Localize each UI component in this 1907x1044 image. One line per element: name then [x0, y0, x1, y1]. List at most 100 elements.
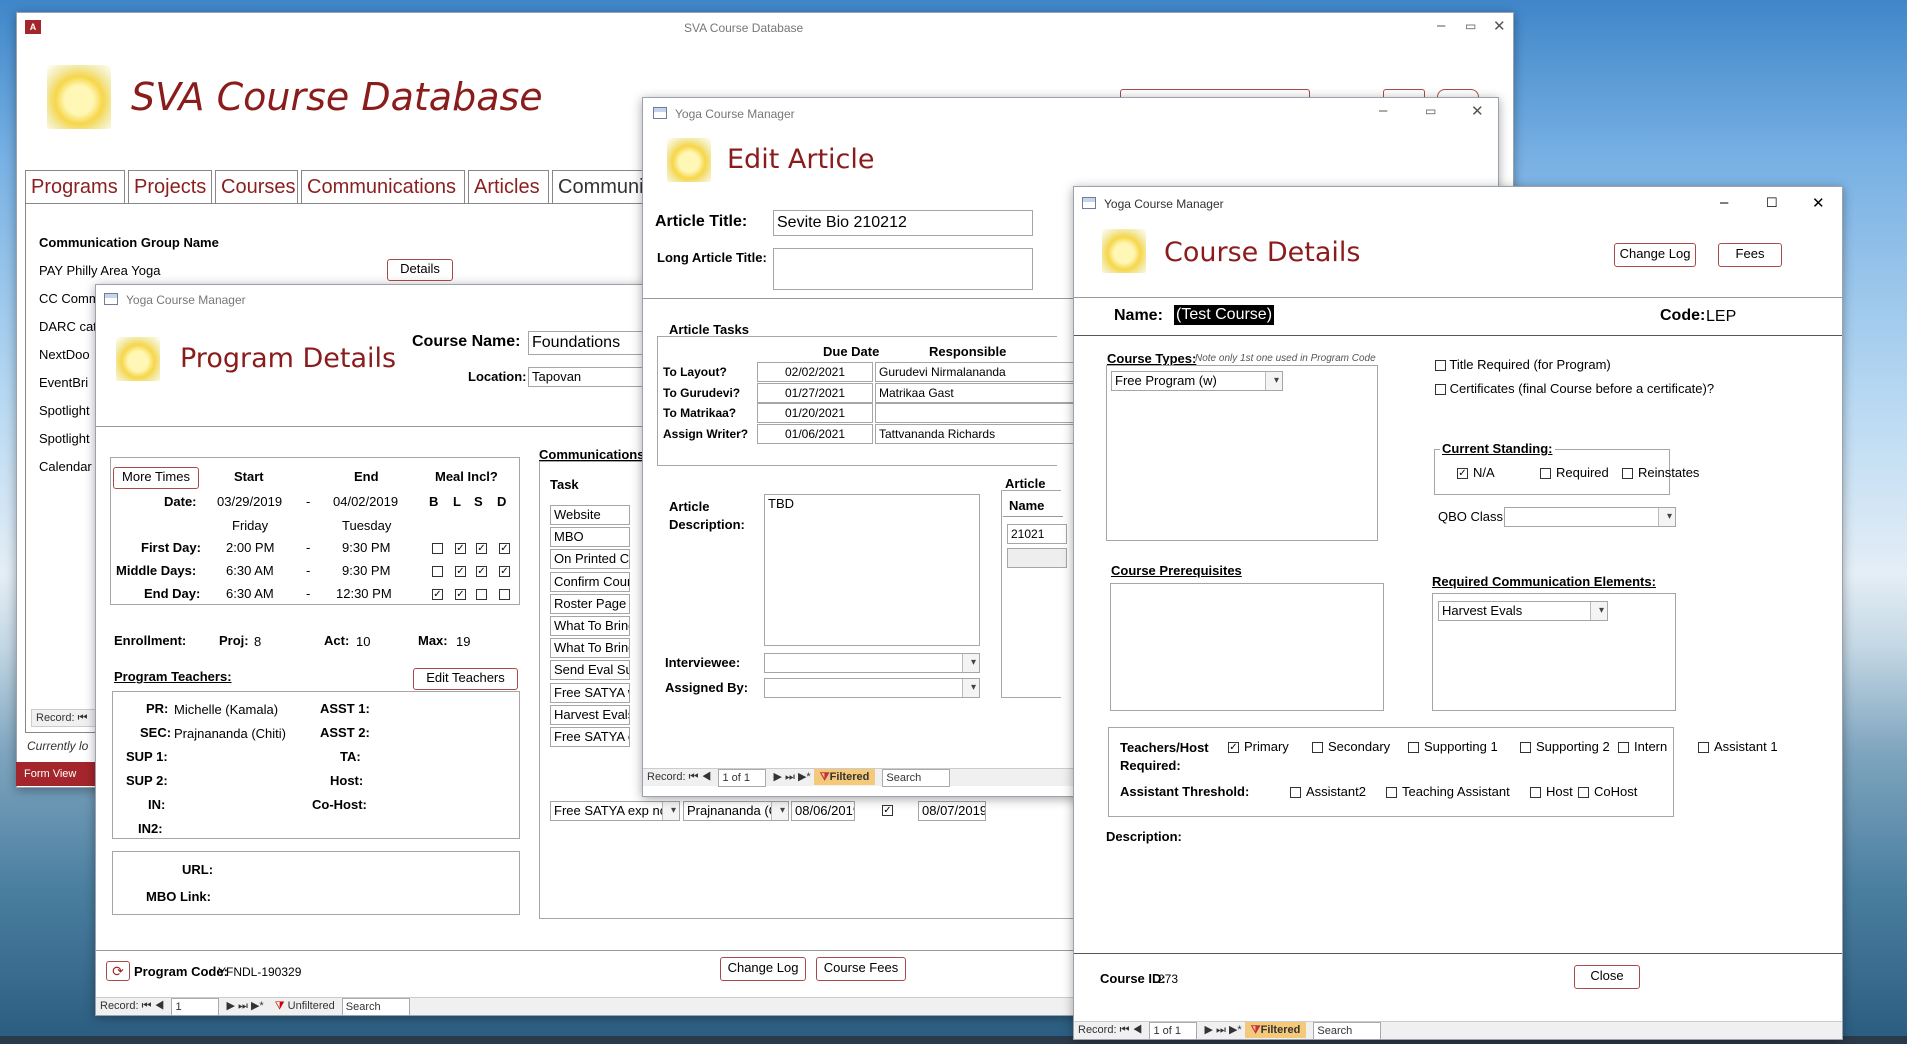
article-task-responsible[interactable]: Gurudevi Nirmalananda [875, 362, 1075, 382]
course-name-field[interactable]: (Test Course) [1174, 305, 1275, 325]
task-item[interactable]: What To Bring [550, 616, 630, 636]
task-date-1[interactable]: 08/06/2019 [791, 801, 855, 821]
assigned-by-dropdown[interactable]: ▾ [764, 678, 980, 698]
qbo-class-dropdown[interactable]: ▾ [1504, 507, 1676, 527]
first-record-icon[interactable]: ⏮ ◀ [1120, 1022, 1143, 1038]
article-name-cell[interactable]: 21021 [1007, 524, 1067, 544]
title-required-option[interactable]: Title Required (for Program) [1435, 357, 1611, 372]
certificates-checkbox[interactable] [1435, 384, 1446, 396]
middle-days-end[interactable]: 9:30 PM [342, 563, 390, 578]
task-item[interactable]: MBO [550, 527, 630, 548]
course-name-field[interactable]: Foundations [528, 331, 658, 355]
task-item[interactable]: On Printed Cal [550, 549, 630, 570]
article-task-responsible[interactable]: Tattvananda Richards [875, 423, 1075, 444]
assistant-threshold-checkbox[interactable] [1578, 787, 1589, 799]
long-title-field[interactable] [773, 248, 1033, 290]
course-id-value[interactable]: 273 [1158, 972, 1178, 986]
task-item[interactable]: Website [550, 505, 630, 525]
program-record-nav[interactable]: Record: ⏮ ◀ 1 ▶ ⏭ ▶* ⧩ Unfiltered Search [96, 997, 1094, 1015]
group-item[interactable]: Calendar [39, 459, 92, 474]
teacher-required-option[interactable]: Assistant 1 [1698, 739, 1778, 754]
task-item[interactable]: Roster Page on [550, 593, 630, 614]
standing-option[interactable]: Reinstates [1622, 465, 1699, 480]
meal-checkbox[interactable] [432, 543, 443, 554]
meal-checkbox[interactable] [499, 589, 510, 600]
assistant-threshold-option[interactable]: Teaching Assistant [1386, 784, 1510, 799]
meal-checkbox[interactable]: ✓ [455, 566, 466, 577]
task-item[interactable]: Harvest Evals [550, 704, 630, 725]
required-comm-dropdown[interactable]: Harvest Evals ▾ [1438, 601, 1608, 621]
teacher-required-option[interactable]: Supporting 1 [1408, 739, 1498, 754]
meal-checkbox[interactable]: ✓ [455, 543, 466, 554]
teacher-required-checkbox[interactable] [1698, 742, 1709, 754]
task-item[interactable]: Free SATYA we [550, 682, 630, 703]
group-item[interactable]: Spotlight [39, 431, 90, 446]
date-end[interactable]: 04/02/2019 [333, 494, 398, 509]
group-item[interactable]: DARC cat [39, 319, 97, 334]
meal-checkbox[interactable]: ✓ [455, 589, 466, 600]
maximize-button[interactable]: ☐ [1766, 195, 1778, 211]
meal-checkbox[interactable] [476, 589, 487, 600]
first-record-icon[interactable]: ⏮ ◀ [689, 769, 712, 785]
teacher-required-checkbox[interactable] [1520, 742, 1531, 754]
details-button[interactable]: Details [387, 259, 453, 281]
task-item[interactable]: Send Eval Surv [550, 660, 630, 681]
task-dropdown[interactable]: Free SATYA exp now ▾ [550, 801, 680, 821]
teacher-required-checkbox[interactable]: ✓ [1228, 742, 1239, 754]
search-box[interactable]: Search [1313, 1022, 1382, 1039]
article-name-empty[interactable] [1007, 548, 1067, 568]
standing-checkbox[interactable] [1540, 468, 1551, 480]
course-code-value[interactable]: LEP [1706, 308, 1736, 326]
standing-checkbox[interactable]: ✓ [1457, 468, 1468, 480]
record-number[interactable]: 1 [171, 998, 220, 1015]
change-log-button[interactable]: Change Log [1614, 243, 1696, 267]
proj-value[interactable]: 8 [254, 634, 261, 649]
article-description-field[interactable]: TBD [764, 494, 980, 646]
tab-projects[interactable]: Projects [128, 170, 212, 204]
location-field[interactable]: Tapovan [528, 367, 658, 387]
next-record-icon[interactable]: ▶ ⏭ ▶* [1205, 1022, 1242, 1038]
edit-teachers-button[interactable]: Edit Teachers [413, 668, 518, 690]
assistant-threshold-option[interactable]: Host [1530, 784, 1573, 799]
assistant-threshold-checkbox[interactable] [1386, 787, 1397, 799]
first-record-icon[interactable]: ⏮ [78, 710, 88, 726]
change-log-button[interactable]: Change Log [720, 957, 806, 981]
task-item[interactable]: What To Bring [550, 638, 630, 659]
filtered-indicator[interactable]: ⧩ Filtered [1244, 1022, 1307, 1038]
article-task-due-date[interactable]: 02/02/2021 [757, 362, 873, 382]
interviewee-dropdown[interactable]: ▾ [764, 653, 980, 673]
close-button[interactable]: Close [1574, 965, 1640, 989]
teacher-required-checkbox[interactable] [1618, 742, 1629, 754]
assistant-threshold-option[interactable]: CoHost [1578, 784, 1637, 799]
meal-checkbox[interactable] [432, 566, 443, 577]
sec-value[interactable]: Prajnananda (Chiti) [174, 726, 286, 741]
end-day-start[interactable]: 6:30 AM [226, 586, 274, 601]
tab-communication-groups[interactable]: Communi [552, 170, 652, 204]
search-box[interactable]: Search [341, 998, 410, 1015]
minimize-button[interactable]: – [1720, 194, 1728, 211]
act-value[interactable]: 10 [356, 634, 370, 649]
program-code-value[interactable]: YFNDL-190329 [218, 965, 301, 979]
standing-checkbox[interactable] [1622, 468, 1633, 480]
title-required-checkbox[interactable] [1435, 360, 1446, 372]
middle-days-start[interactable]: 6:30 AM [226, 563, 274, 578]
group-item[interactable]: PAY Philly Area Yoga [39, 263, 160, 278]
tab-articles[interactable]: Articles [468, 170, 549, 204]
meal-checkbox[interactable]: ✓ [476, 543, 487, 554]
close-window-button[interactable]: ✕ [1493, 17, 1506, 35]
meal-checkbox[interactable]: ✓ [499, 543, 510, 554]
task-done-checkbox[interactable]: ✓ [882, 805, 893, 816]
teacher-required-option[interactable]: Supporting 2 [1520, 739, 1610, 754]
meal-checkbox[interactable]: ✓ [432, 589, 443, 600]
standing-option[interactable]: ✓ N/A [1457, 465, 1495, 480]
assistant-threshold-checkbox[interactable] [1290, 787, 1301, 799]
end-day-end[interactable]: 12:30 PM [336, 586, 392, 601]
course-record-nav[interactable]: Record: ⏮ ◀ 1 of 1 ▶ ⏭ ▶* ⧩ Filtered Sea… [1074, 1021, 1842, 1039]
teacher-required-option[interactable]: Intern [1618, 739, 1667, 754]
task-item[interactable]: Free SATYA ex [550, 727, 630, 747]
person-dropdown[interactable]: Prajnananda (Chit ▾ [683, 801, 789, 821]
group-item[interactable]: NextDoo [39, 347, 90, 362]
minimize-button[interactable]: – [1379, 102, 1387, 119]
tab-communications[interactable]: Communications [301, 170, 465, 204]
teacher-required-checkbox[interactable] [1312, 742, 1323, 754]
